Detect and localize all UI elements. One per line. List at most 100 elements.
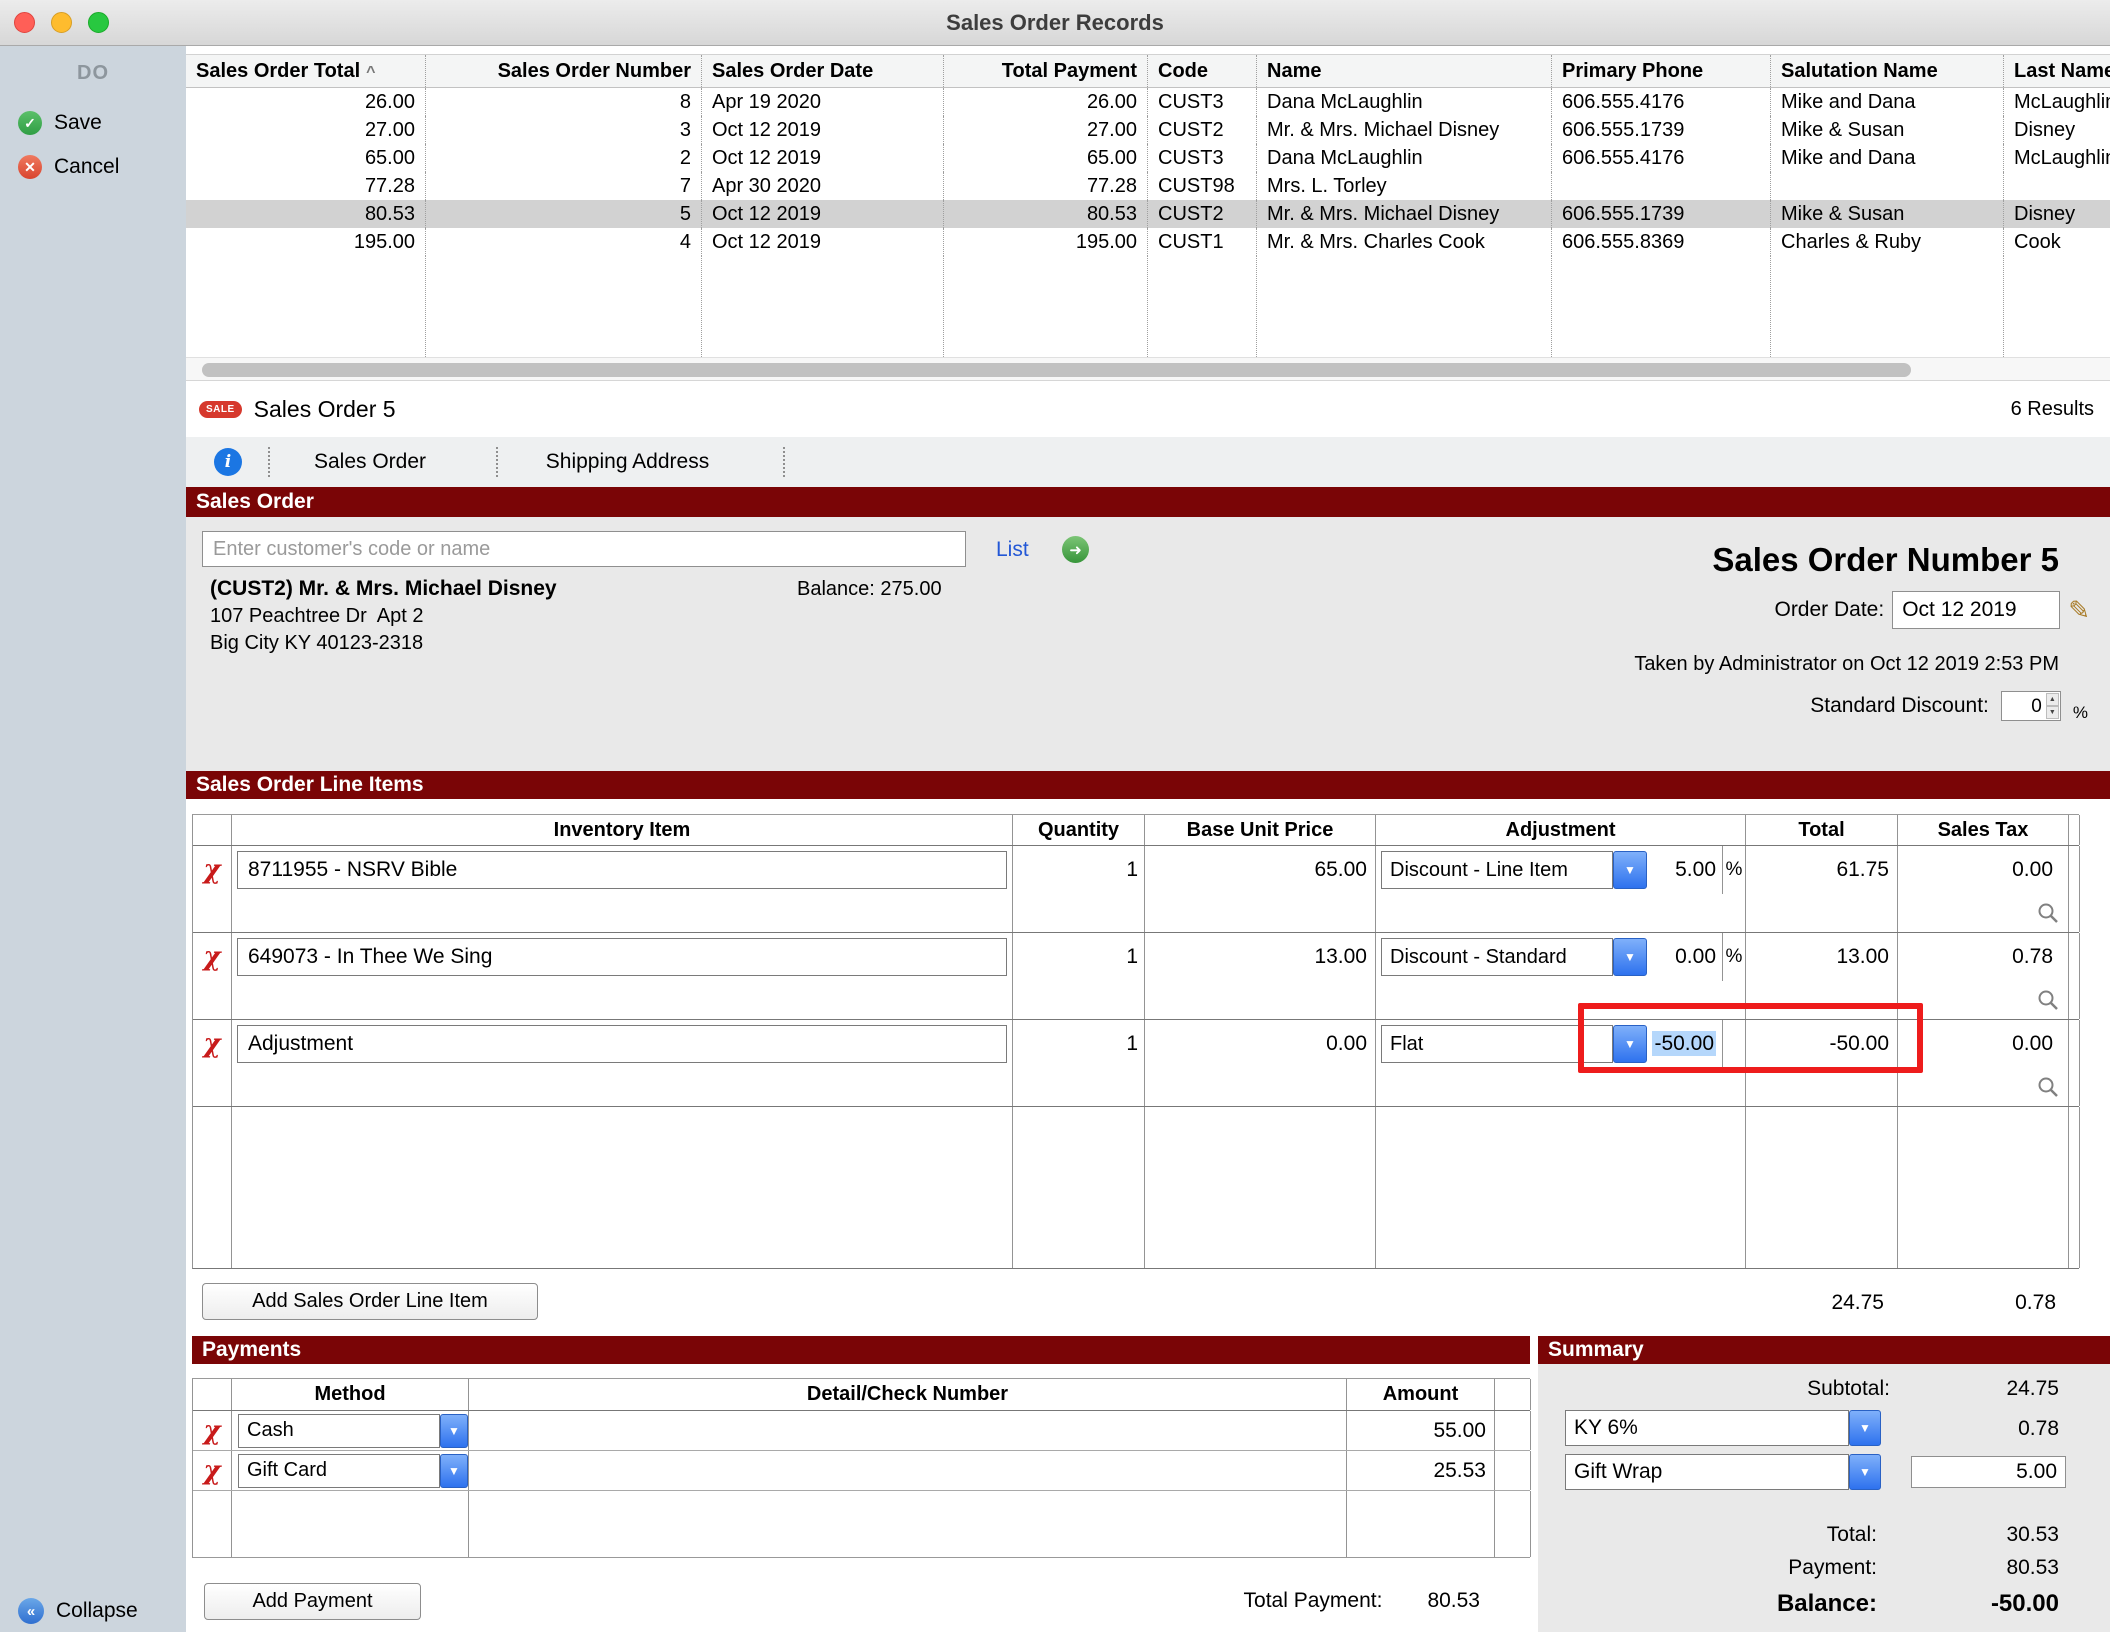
column-header-sales-order-number[interactable]: Sales Order Number xyxy=(425,55,701,87)
standard-discount-label: Standard Discount: xyxy=(1810,694,1989,718)
tab-bar: i Sales Order Shipping Address xyxy=(186,437,2110,487)
base-unit-price-field[interactable]: 13.00 xyxy=(1145,933,1376,981)
line-items-empty-area xyxy=(193,1107,2079,1268)
close-window-icon[interactable] xyxy=(14,12,35,33)
sort-ascending-icon: ^ xyxy=(366,64,375,81)
check-icon: ✓ xyxy=(18,111,42,135)
scrollbar-thumb[interactable] xyxy=(202,363,1911,377)
order-date-input[interactable]: Oct 12 2019 xyxy=(1892,591,2060,629)
payment-method-select[interactable]: Gift Card xyxy=(238,1454,440,1488)
delete-payment-icon[interactable]: χ xyxy=(203,1418,220,1444)
window-title: Sales Order Records xyxy=(0,0,2110,45)
inventory-item-input[interactable]: Adjustment xyxy=(237,1025,1007,1063)
chevron-down-icon[interactable]: ▼ xyxy=(1849,1410,1881,1446)
magnifier-icon[interactable] xyxy=(2036,901,2060,925)
magnifier-icon[interactable] xyxy=(2036,988,2060,1012)
extra-charge-amount-input[interactable]: 5.00 xyxy=(1911,1456,2066,1488)
info-icon[interactable]: i xyxy=(214,448,242,476)
go-arrow-icon[interactable]: ➜ xyxy=(1062,536,1089,563)
delete-line-item-icon[interactable]: χ xyxy=(203,1031,220,1057)
column-header-code[interactable]: Code xyxy=(1147,55,1256,87)
chevron-down-icon[interactable]: ▼ xyxy=(440,1414,468,1448)
table-row[interactable]: 77.28 7 Apr 30 2020 77.28 CUST98 Mrs. L.… xyxy=(186,172,2110,200)
save-button-label: Save xyxy=(54,111,102,135)
inventory-item-input[interactable]: 649073 - In Thee We Sing xyxy=(237,938,1007,976)
add-payment-button[interactable]: Add Payment xyxy=(204,1583,421,1620)
delete-line-item-icon[interactable]: χ xyxy=(203,944,220,970)
add-line-item-button[interactable]: Add Sales Order Line Item xyxy=(202,1283,538,1320)
adjustment-type-select[interactable]: Discount - Standard xyxy=(1381,938,1613,976)
table-row[interactable]: 65.00 2 Oct 12 2019 65.00 CUST3 Dana McL… xyxy=(186,144,2110,172)
tab-sales-order[interactable]: Sales Order xyxy=(270,450,470,474)
table-row[interactable]: 27.00 3 Oct 12 2019 27.00 CUST2 Mr. & Mr… xyxy=(186,116,2110,144)
payment-detail-field[interactable] xyxy=(469,1451,1347,1490)
payment-method-select[interactable]: Cash xyxy=(238,1414,440,1448)
column-header-last-name[interactable]: Last Name xyxy=(2003,55,2110,87)
save-button[interactable]: ✓ Save xyxy=(0,101,186,145)
chevron-down-icon[interactable]: ▼ xyxy=(440,1454,468,1488)
magnifier-icon[interactable] xyxy=(2036,1075,2060,1099)
minimize-window-icon[interactable] xyxy=(51,12,72,33)
total-label: Total: xyxy=(1827,1523,1877,1547)
column-header-sales-order-total[interactable]: Sales Order Total^ xyxy=(186,55,425,87)
summary-section-header: Summary xyxy=(1538,1336,2110,1364)
quantity-field[interactable]: 1 xyxy=(1013,846,1145,894)
sale-badge-icon: SALE xyxy=(199,401,242,418)
sales-order-section-header: Sales Order xyxy=(186,487,2110,517)
subtotal-label: Subtotal: xyxy=(1807,1377,1890,1401)
percent-sign: % xyxy=(2073,703,2088,723)
column-header-primary-phone[interactable]: Primary Phone xyxy=(1551,55,1770,87)
column-header-total: Total xyxy=(1746,815,1898,845)
annotation-highlight-box xyxy=(1578,1003,1923,1073)
records-table-body: 26.00 8 Apr 19 2020 26.00 CUST3 Dana McL… xyxy=(186,88,2110,256)
tax-rate-select[interactable]: KY 6% xyxy=(1565,1410,1849,1446)
adjustment-value-field[interactable]: 0.00 xyxy=(1647,945,1722,969)
record-title: Sales Order 5 xyxy=(254,396,396,423)
base-unit-price-field[interactable]: 0.00 xyxy=(1145,1020,1376,1068)
quantity-field[interactable]: 1 xyxy=(1013,1020,1145,1068)
adjustment-type-select[interactable]: Discount - Line Item xyxy=(1381,851,1613,889)
column-header-name[interactable]: Name xyxy=(1256,55,1551,87)
chevron-down-icon[interactable]: ▼ xyxy=(1613,938,1647,976)
list-link[interactable]: List xyxy=(996,538,1029,562)
column-header-sales-order-date[interactable]: Sales Order Date xyxy=(701,55,943,87)
horizontal-scrollbar xyxy=(186,357,2110,381)
payment-amount-field[interactable]: 25.53 xyxy=(1347,1451,1495,1490)
customer-search-input[interactable] xyxy=(202,531,966,567)
line-items-section-header: Sales Order Line Items xyxy=(186,771,2110,799)
delete-line-item-icon[interactable]: χ xyxy=(203,857,220,883)
payment-detail-field[interactable] xyxy=(469,1411,1347,1450)
stepper-up-icon[interactable]: ▲ xyxy=(2046,693,2059,706)
chevron-down-icon[interactable]: ▼ xyxy=(1849,1454,1881,1490)
collapse-button[interactable]: « Collapse xyxy=(18,1598,138,1624)
cancel-button[interactable]: ✕ Cancel xyxy=(0,145,186,189)
stepper-down-icon[interactable]: ▼ xyxy=(2046,706,2059,719)
adjustment-cell: Discount - Line Item ▼ 5.00 % xyxy=(1376,846,1746,894)
adjustment-value-field[interactable]: 5.00 xyxy=(1647,858,1722,882)
tab-shipping-address[interactable]: Shipping Address xyxy=(498,450,757,474)
record-header-bar: SALE Sales Order 5 6 Results xyxy=(186,381,2110,437)
column-header-total-payment[interactable]: Total Payment xyxy=(943,55,1147,87)
table-row-selected[interactable]: 80.53 5 Oct 12 2019 80.53 CUST2 Mr. & Mr… xyxy=(186,200,2110,228)
column-header-salutation-name[interactable]: Salutation Name xyxy=(1770,55,2003,87)
delete-payment-icon[interactable]: χ xyxy=(203,1458,220,1484)
chevron-down-icon[interactable]: ▼ xyxy=(1613,851,1647,889)
inventory-item-input[interactable]: 8711955 - NSRV Bible xyxy=(237,851,1007,889)
pencil-icon[interactable]: ✎ xyxy=(2068,595,2090,626)
order-date-row: Order Date: Oct 12 2019 ✎ xyxy=(1774,591,2090,629)
quantity-field[interactable]: 1 xyxy=(1013,933,1145,981)
extra-charge-select[interactable]: Gift Wrap xyxy=(1565,1454,1849,1490)
column-header-base-unit-price: Base Unit Price xyxy=(1145,815,1376,845)
records-table-empty-area xyxy=(186,256,2110,357)
line-total: 13.00 xyxy=(1746,933,1898,981)
base-unit-price-field[interactable]: 65.00 xyxy=(1145,846,1376,894)
table-row[interactable]: 195.00 4 Oct 12 2019 195.00 CUST1 Mr. & … xyxy=(186,228,2110,256)
zoom-window-icon[interactable] xyxy=(88,12,109,33)
customer-address-line2: Big City KY 40123-2318 xyxy=(210,632,423,655)
table-row[interactable]: 26.00 8 Apr 19 2020 26.00 CUST3 Dana McL… xyxy=(186,88,2110,116)
line-items-total-sum: 24.75 xyxy=(1831,1291,1884,1315)
standard-discount-stepper[interactable]: 0 ▲ ▼ xyxy=(2001,691,2061,721)
tax-value: 0.78 xyxy=(2018,1417,2059,1441)
payment-amount-field[interactable]: 55.00 xyxy=(1347,1411,1495,1450)
column-header-sales-tax: Sales Tax xyxy=(1898,815,2069,845)
